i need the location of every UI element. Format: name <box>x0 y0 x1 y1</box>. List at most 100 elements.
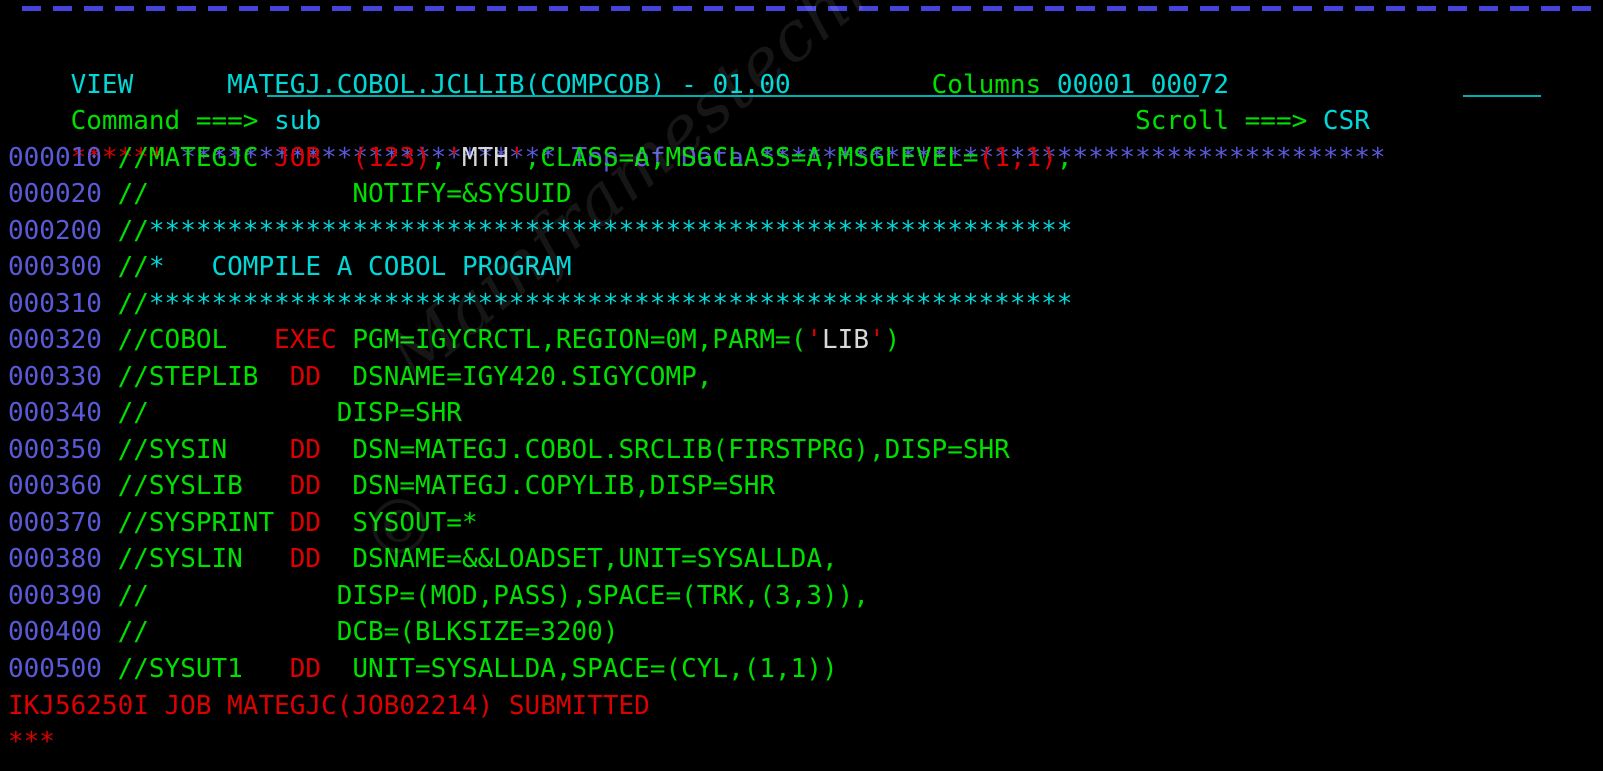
jcl-segment: DSN=MATEGJ.COBOL.SRCLIB(FIRSTPRG),DISP=S… <box>321 434 1010 465</box>
editor-line[interactable]: 000390 // DISP=(MOD,PASS),SPACE=(TRK,(3,… <box>8 578 869 615</box>
line-number[interactable]: 000020 <box>8 179 102 209</box>
line-number[interactable]: 000370 <box>8 508 102 538</box>
editor-line[interactable]: 000350 //SYSIN DD DSN=MATEGJ.COBOL.SRCLI… <box>8 432 1010 469</box>
jcl-segment: SYSOUT=* <box>321 507 478 538</box>
rule-dash <box>394 6 413 11</box>
line-number-gap <box>102 508 118 538</box>
editor-line[interactable]: 000010 //MATEGJC JOB (123),'MTH',CLASS=A… <box>8 140 1073 177</box>
jcl-segment: JOB (123) <box>274 142 431 173</box>
jcl-segment: DD <box>289 507 322 538</box>
editor-line[interactable]: 000360 //SYSLIB DD DSN=MATEGJ.COPYLIB,DI… <box>8 468 775 505</box>
jcl-segment: // <box>117 215 149 246</box>
rule-dash <box>1107 6 1126 11</box>
jcl-segment: // DCB=(BLKSIZE=3200) <box>117 617 619 647</box>
rule-dash <box>518 6 537 11</box>
line-number-gap <box>102 325 118 355</box>
rule-dash <box>1045 6 1064 11</box>
rule-dash <box>1479 6 1498 11</box>
rule-dash <box>859 6 878 11</box>
editor-line[interactable]: 000020 // NOTIFY=&SYSUID <box>8 176 572 213</box>
jcl-segment: DD <box>289 434 322 465</box>
jcl-segment: , <box>1056 142 1073 173</box>
jcl-segment: EXEC <box>274 325 337 355</box>
line-number-gap <box>102 216 118 246</box>
rule-dash <box>1510 6 1529 11</box>
rule-dash <box>1014 6 1033 11</box>
jcl-segment: ' <box>868 325 885 355</box>
top-dashed-rule <box>0 6 1603 11</box>
rule-dash <box>456 6 475 11</box>
editor-line[interactable]: 000500 //SYSUT1 DD UNIT=SYSALLDA,SPACE=(… <box>8 651 838 688</box>
rule-dash <box>1169 6 1188 11</box>
editor-line[interactable]: 000400 // DCB=(BLKSIZE=3200) <box>8 614 618 651</box>
jcl-segment: ,CLASS=A,MSGCLASS=A,MSGLEVEL= <box>524 142 979 173</box>
line-number-gap <box>102 179 118 209</box>
jcl-segment: UNIT=SYSALLDA,SPACE=(CYL,(1,1)) <box>321 653 838 684</box>
line-number[interactable]: 000330 <box>8 362 102 392</box>
line-number[interactable]: 000340 <box>8 398 102 428</box>
line-number[interactable]: 000390 <box>8 581 102 611</box>
editor-line[interactable]: 000380 //SYSLIN DD DSNAME=&&LOADSET,UNIT… <box>8 541 838 578</box>
line-number[interactable]: 000010 <box>8 143 102 173</box>
rule-dash <box>1448 6 1467 11</box>
rule-dash <box>797 6 816 11</box>
rule-dash <box>239 6 258 11</box>
jcl-segment: (1,1) <box>978 142 1057 173</box>
editor-line[interactable]: 000340 // DISP=SHR <box>8 395 462 432</box>
line-number-gap <box>102 654 118 684</box>
jcl-segment: DSN=MATEGJ.COPYLIB,DISP=SHR <box>321 471 776 501</box>
rule-dash <box>84 6 103 11</box>
line-number[interactable]: 000310 <box>8 289 102 319</box>
jcl-segment: DD <box>289 653 322 684</box>
line-number[interactable]: 000320 <box>8 325 102 355</box>
rule-dash <box>1200 6 1219 11</box>
line-number-gap <box>102 252 118 282</box>
jcl-segment: // DISP=(MOD,PASS),SPACE=(TRK,(3,3)), <box>117 580 869 611</box>
line-number-gap <box>102 289 118 319</box>
rule-dash <box>1386 6 1405 11</box>
rule-dash <box>580 6 599 11</box>
rule-dash <box>1324 6 1343 11</box>
jcl-segment: // <box>117 288 149 319</box>
rule-dash <box>642 6 661 11</box>
line-number-gap <box>102 362 118 392</box>
line-number[interactable]: 000300 <box>8 252 102 282</box>
line-number[interactable]: 000400 <box>8 617 102 647</box>
rule-dash <box>704 6 723 11</box>
line-number[interactable]: 000380 <box>8 544 102 574</box>
rule-dash <box>363 6 382 11</box>
editor-line[interactable]: 000200 //*******************************… <box>8 213 1072 250</box>
line-number-gap <box>102 435 118 465</box>
rule-dash <box>983 6 1002 11</box>
editor-line[interactable]: 000370 //SYSPRINT DD SYSOUT=* <box>8 505 478 542</box>
editor-line[interactable]: 000300 //* COMPILE A COBOL PROGRAM <box>8 249 572 286</box>
rule-dash <box>735 6 754 11</box>
tso-message-line: IKJ56250I JOB MATEGJC(JOB02214) SUBMITTE… <box>8 691 650 721</box>
jcl-segment: //SYSUT1 <box>117 653 290 684</box>
jcl-segment: DD <box>289 471 322 501</box>
jcl-segment: //STEPLIB <box>117 361 290 392</box>
jcl-segment: , <box>430 142 447 173</box>
rule-dash <box>1231 6 1250 11</box>
jcl-segment: DD <box>289 544 322 574</box>
rule-dash <box>1293 6 1312 11</box>
rule-dash <box>1417 6 1436 11</box>
jcl-segment: DSNAME=IGY420.SIGYCOMP, <box>321 361 713 392</box>
jcl-segment: ****************************************… <box>148 288 1073 319</box>
rule-dash <box>177 6 196 11</box>
jcl-segment: //SYSIN <box>117 434 290 465</box>
rule-dash <box>332 6 351 11</box>
editor-line[interactable]: 000330 //STEPLIB DD DSNAME=IGY420.SIGYCO… <box>8 359 712 396</box>
editor-line[interactable]: 000310 //*******************************… <box>8 286 1072 323</box>
line-number[interactable]: 000200 <box>8 216 102 246</box>
command-field-underline <box>267 95 1199 97</box>
rule-dash <box>53 6 72 11</box>
rule-dash <box>890 6 909 11</box>
rule-dash <box>208 6 227 11</box>
line-number-gap <box>102 581 118 611</box>
editor-line[interactable]: 000320 //COBOL EXEC PGM=IGYCRCTL,REGION=… <box>8 322 900 359</box>
rule-dash <box>1262 6 1281 11</box>
line-number[interactable]: 000360 <box>8 471 102 501</box>
line-number[interactable]: 000500 <box>8 654 102 684</box>
line-number[interactable]: 000350 <box>8 435 102 465</box>
